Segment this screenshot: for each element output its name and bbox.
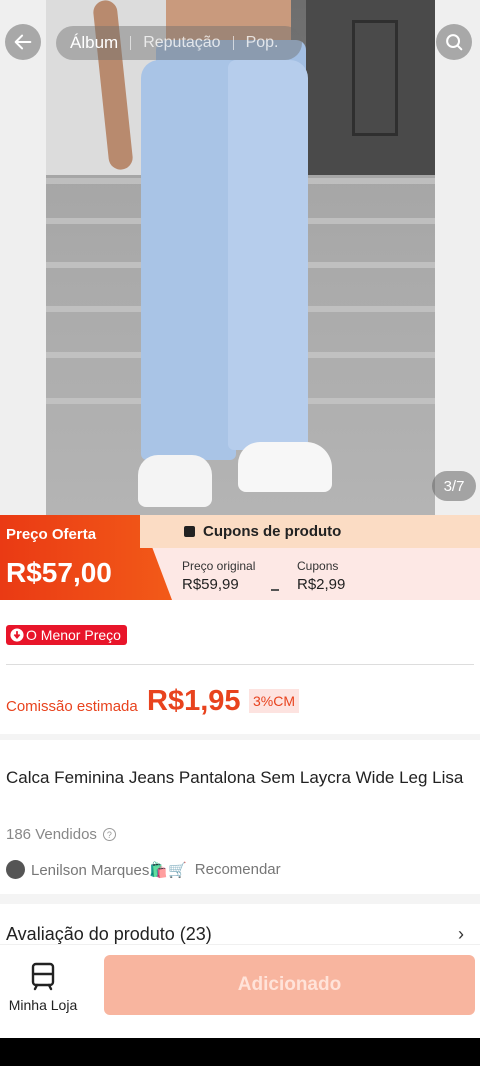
minus-sign bbox=[271, 589, 279, 591]
product-review-row[interactable]: Avaliação do produto (23) › bbox=[0, 905, 480, 945]
photo-jeans-leg-left bbox=[141, 60, 236, 460]
bottom-action-bar: Minha Loja Adicionado bbox=[0, 944, 480, 1038]
coupons-col: Cupons R$2,99 bbox=[297, 559, 345, 593]
added-button[interactable]: Adicionado bbox=[104, 955, 475, 1015]
coupons-label: Cupons bbox=[297, 559, 339, 573]
coupon-header-label: Cupons de produto bbox=[203, 523, 342, 540]
help-icon[interactable]: ? bbox=[102, 828, 116, 841]
recommender-row[interactable]: Lenilson Marques🛍️🛒 Recomendar bbox=[6, 860, 281, 879]
badge-label: O Menor Preço bbox=[26, 627, 121, 643]
recommender-name: Lenilson Marques🛍️🛒 bbox=[31, 861, 187, 879]
section-separator bbox=[0, 894, 480, 904]
product-photo[interactable] bbox=[46, 0, 435, 515]
original-price-value: R$59,99 bbox=[182, 576, 239, 593]
original-price-col: Preço original R$59,99 bbox=[182, 559, 255, 593]
section-separator bbox=[0, 734, 480, 740]
tab-album[interactable]: Álbum bbox=[70, 33, 118, 53]
review-title: Avaliação do produto (23) bbox=[6, 924, 212, 944]
offer-label: Preço Oferta bbox=[6, 526, 97, 543]
commission-percent: 3%CM bbox=[249, 689, 300, 713]
coupon-header[interactable]: Cupons de produto bbox=[140, 515, 480, 548]
search-icon bbox=[446, 34, 463, 51]
tab-divider bbox=[232, 36, 234, 50]
back-button[interactable] bbox=[5, 24, 41, 60]
search-button[interactable] bbox=[436, 24, 472, 60]
system-navigation-bar bbox=[0, 1038, 480, 1066]
product-title: Calca Feminina Jeans Pantalona Sem Laycr… bbox=[6, 768, 464, 787]
photo-shoe-left bbox=[138, 455, 212, 507]
divider bbox=[6, 664, 474, 665]
photo-shoe-right bbox=[238, 442, 332, 492]
tab-divider bbox=[130, 36, 132, 50]
original-price-label: Preço original bbox=[182, 559, 256, 573]
back-arrow-icon bbox=[14, 34, 32, 50]
tab-reputacao[interactable]: Reputação bbox=[143, 34, 220, 52]
coupon-icon bbox=[184, 526, 195, 537]
recommend-label: Recomendar bbox=[194, 861, 281, 878]
tab-pop[interactable]: Pop. bbox=[246, 34, 279, 52]
lowest-price-badge: O Menor Preço bbox=[6, 625, 127, 645]
gallery-tabs: Álbum Reputação Pop. bbox=[56, 26, 302, 60]
offer-price: R$57,00 bbox=[6, 557, 112, 588]
coupons-value: R$2,99 bbox=[297, 576, 346, 593]
product-image-gallery[interactable]: Álbum Reputação Pop. 3/7 bbox=[0, 0, 480, 515]
chevron-right-icon: › bbox=[458, 924, 464, 944]
down-arrow-icon bbox=[10, 628, 24, 642]
sold-count: 186 Vendidos ? bbox=[6, 826, 116, 843]
photo-door bbox=[306, 0, 435, 175]
photo-jeans-leg-right bbox=[228, 60, 308, 450]
store-label: Minha Loja bbox=[8, 997, 78, 1013]
avatar bbox=[6, 860, 25, 879]
commission-value: R$1,95 bbox=[147, 685, 241, 717]
sold-count-text: 186 Vendidos bbox=[6, 826, 97, 843]
image-counter: 3/7 bbox=[432, 471, 476, 501]
store-icon bbox=[31, 962, 55, 991]
my-store-button[interactable]: Minha Loja bbox=[4, 961, 82, 1013]
commission-label: Comissão estimada bbox=[6, 698, 138, 715]
price-banner: Preço Oferta R$57,00 Cupons de produto P… bbox=[0, 515, 480, 600]
